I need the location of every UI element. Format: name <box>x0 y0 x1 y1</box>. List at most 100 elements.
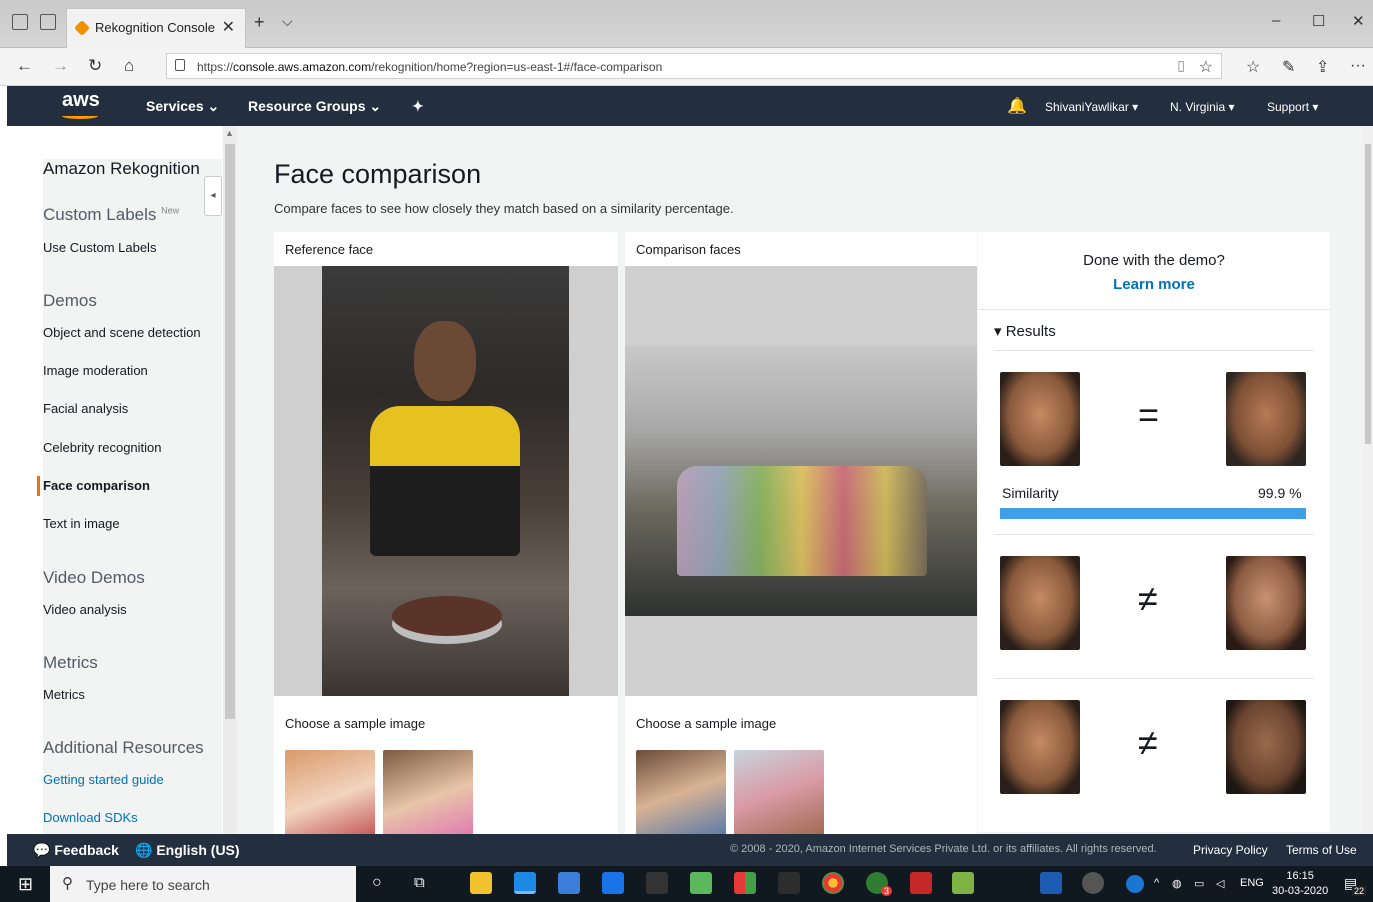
sidebar-scroll-thumb[interactable] <box>225 144 235 719</box>
new-tab-icon[interactable]: + <box>254 12 265 33</box>
forward-icon[interactable]: → <box>52 56 69 76</box>
new-badge: New <box>161 205 180 216</box>
notification-count: 22 <box>1352 886 1367 896</box>
dropbox-icon[interactable] <box>778 872 800 894</box>
task-view-icon[interactable]: ⧉ <box>414 874 425 891</box>
app-icon[interactable] <box>1082 872 1104 894</box>
whatsapp-icon[interactable]: 3 <box>866 872 892 896</box>
sidebar-item-image-moderation[interactable]: Image moderation <box>43 363 148 378</box>
results-toggle[interactable]: ▾ Results <box>994 322 1056 340</box>
input-language[interactable]: ENG <box>1240 877 1264 889</box>
sidebar-item-video-analysis[interactable]: Video analysis <box>43 602 127 617</box>
sidebar-item-face-comparison[interactable]: Face comparison <box>43 478 150 493</box>
app-icon[interactable] <box>952 872 974 894</box>
tab-actions-icon[interactable] <box>12 14 28 30</box>
edge-browser-icon[interactable] <box>514 872 536 894</box>
refresh-icon[interactable]: ↻ <box>88 56 102 76</box>
similarity-value: 99.9 % <box>1258 485 1302 501</box>
more-icon[interactable]: ··· <box>1350 57 1366 75</box>
account-menu[interactable]: ShivaniYawlikar ▾ <box>1045 100 1138 114</box>
comparison-image-area[interactable] <box>625 266 977 696</box>
support-menu[interactable]: Support ▾ <box>1267 100 1318 114</box>
taskbar-search-box[interactable]: ⚲ Type here to search <box>50 866 356 902</box>
sidebar-item-celebrity[interactable]: Celebrity recognition <box>43 440 162 455</box>
sidebar-item-text-in-image[interactable]: Text in image <box>43 516 120 531</box>
windows-taskbar: ⊞ ⚲ Type here to search ○ ⧉ 3 ^ ◍ ▭ ◁ EN… <box>0 866 1373 902</box>
services-menu[interactable]: Services ⌄ <box>146 98 219 115</box>
app-icon[interactable] <box>690 872 712 894</box>
store-icon[interactable] <box>558 872 580 894</box>
favorite-star-icon[interactable]: ☆ <box>1199 57 1213 77</box>
battery-icon[interactable]: ▭ <box>1194 877 1204 890</box>
favorites-list-icon[interactable]: ☆ <box>1246 57 1260 77</box>
collapse-sidebar-icon[interactable]: ◂ <box>204 176 222 216</box>
tab-preview-chevron-icon[interactable]: ⌵ <box>282 13 293 30</box>
maximize-icon[interactable]: ☐ <box>1312 12 1325 30</box>
file-explorer-icon[interactable] <box>470 872 492 894</box>
app-icon[interactable] <box>734 872 756 894</box>
word-icon[interactable] <box>1040 872 1062 894</box>
window-close-icon[interactable]: ✕ <box>1352 12 1365 30</box>
windows-start-icon[interactable]: ⊞ <box>18 874 33 895</box>
chrome-icon[interactable] <box>822 872 844 894</box>
aws-logo[interactable]: aws <box>62 89 100 112</box>
url-field[interactable]: https://console.aws.amazon.com/rekogniti… <box>166 53 1222 79</box>
mail-icon[interactable] <box>602 872 624 894</box>
resource-groups-menu[interactable]: Resource Groups ⌄ <box>248 98 381 115</box>
unmatched-face-crop <box>1226 700 1306 794</box>
sample-image-3[interactable] <box>636 750 726 834</box>
address-bar-row: ← → ↻ ⌂ https://console.aws.amazon.com/r… <box>0 48 1373 86</box>
matched-face-crop <box>1226 372 1306 466</box>
network-icon[interactable]: ◍ <box>1172 877 1182 890</box>
sidebar-section-demos: Demos <box>43 291 97 310</box>
sidebar-scrollbar[interactable]: ▲ <box>223 126 237 834</box>
close-tab-icon[interactable]: ✕ <box>222 17 235 37</box>
privacy-policy-link[interactable]: Privacy Policy <box>1193 843 1268 857</box>
system-clock[interactable]: 16:15 30-03-2020 <box>1272 869 1328 899</box>
volume-icon[interactable]: ◁ <box>1216 877 1224 890</box>
sidebar-item-object-scene[interactable]: Object and scene detection <box>43 325 201 340</box>
divider <box>994 350 1314 351</box>
no-match-icon: ≠ <box>1138 722 1158 763</box>
reading-view-icon[interactable]: ▯ <box>1177 57 1185 74</box>
home-icon[interactable]: ⌂ <box>124 56 134 76</box>
sidebar-item-use-custom-labels[interactable]: Use Custom Labels <box>43 240 156 255</box>
app-icon[interactable] <box>910 872 932 894</box>
getting-started-link[interactable]: Getting started guide <box>43 772 164 787</box>
notifications-bell-icon[interactable]: 🔔 <box>1007 96 1027 116</box>
sidebar-section-metrics: Metrics <box>43 653 98 672</box>
app-icon[interactable] <box>646 872 668 894</box>
terms-of-use-link[interactable]: Terms of Use <box>1286 843 1357 857</box>
sidebar-item-facial-analysis[interactable]: Facial analysis <box>43 401 128 416</box>
browser-tab[interactable]: Rekognition Console ✕ <box>66 8 246 48</box>
region-menu[interactable]: N. Virginia ▾ <box>1170 100 1235 114</box>
main-scrollbar[interactable] <box>1363 126 1373 834</box>
cortana-icon[interactable]: ○ <box>372 874 382 892</box>
comparison-photo <box>625 346 977 616</box>
web-note-icon[interactable]: ✎ <box>1282 57 1295 77</box>
feedback-button[interactable]: 💬 Feedback <box>33 842 119 859</box>
clock-date: 30-03-2020 <box>1272 885 1329 897</box>
back-icon[interactable]: ← <box>16 56 33 76</box>
minimize-icon[interactable]: – <box>1272 12 1280 29</box>
tab-title: Rekognition Console <box>95 20 215 35</box>
set-aside-tabs-icon[interactable] <box>40 14 56 30</box>
share-icon[interactable]: ⇪ <box>1316 57 1329 77</box>
help-icon[interactable] <box>1126 875 1144 893</box>
pin-icon[interactable]: ✦ <box>412 98 424 115</box>
sample-image-1[interactable] <box>285 750 375 834</box>
sample-image-4[interactable] <box>734 750 824 834</box>
results-panel: Done with the demo? Learn more ▾ Results… <box>978 232 1330 832</box>
aws-favicon-icon <box>74 20 90 36</box>
scroll-up-icon[interactable]: ▲ <box>225 128 234 138</box>
reference-image-area[interactable] <box>274 266 618 696</box>
sidebar-service-title[interactable]: Amazon Rekognition <box>43 159 222 834</box>
main-scroll-thumb[interactable] <box>1365 144 1371 444</box>
sample-image-2[interactable] <box>383 750 473 834</box>
sidebar-item-metrics[interactable]: Metrics <box>43 687 85 702</box>
notification-badge: 3 <box>880 886 892 896</box>
language-selector[interactable]: 🌐 English (US) <box>135 842 240 859</box>
download-sdks-link[interactable]: Download SDKs <box>43 810 138 825</box>
tray-chevron-icon[interactable]: ^ <box>1154 877 1159 889</box>
learn-more-link[interactable]: Learn more <box>978 276 1330 293</box>
